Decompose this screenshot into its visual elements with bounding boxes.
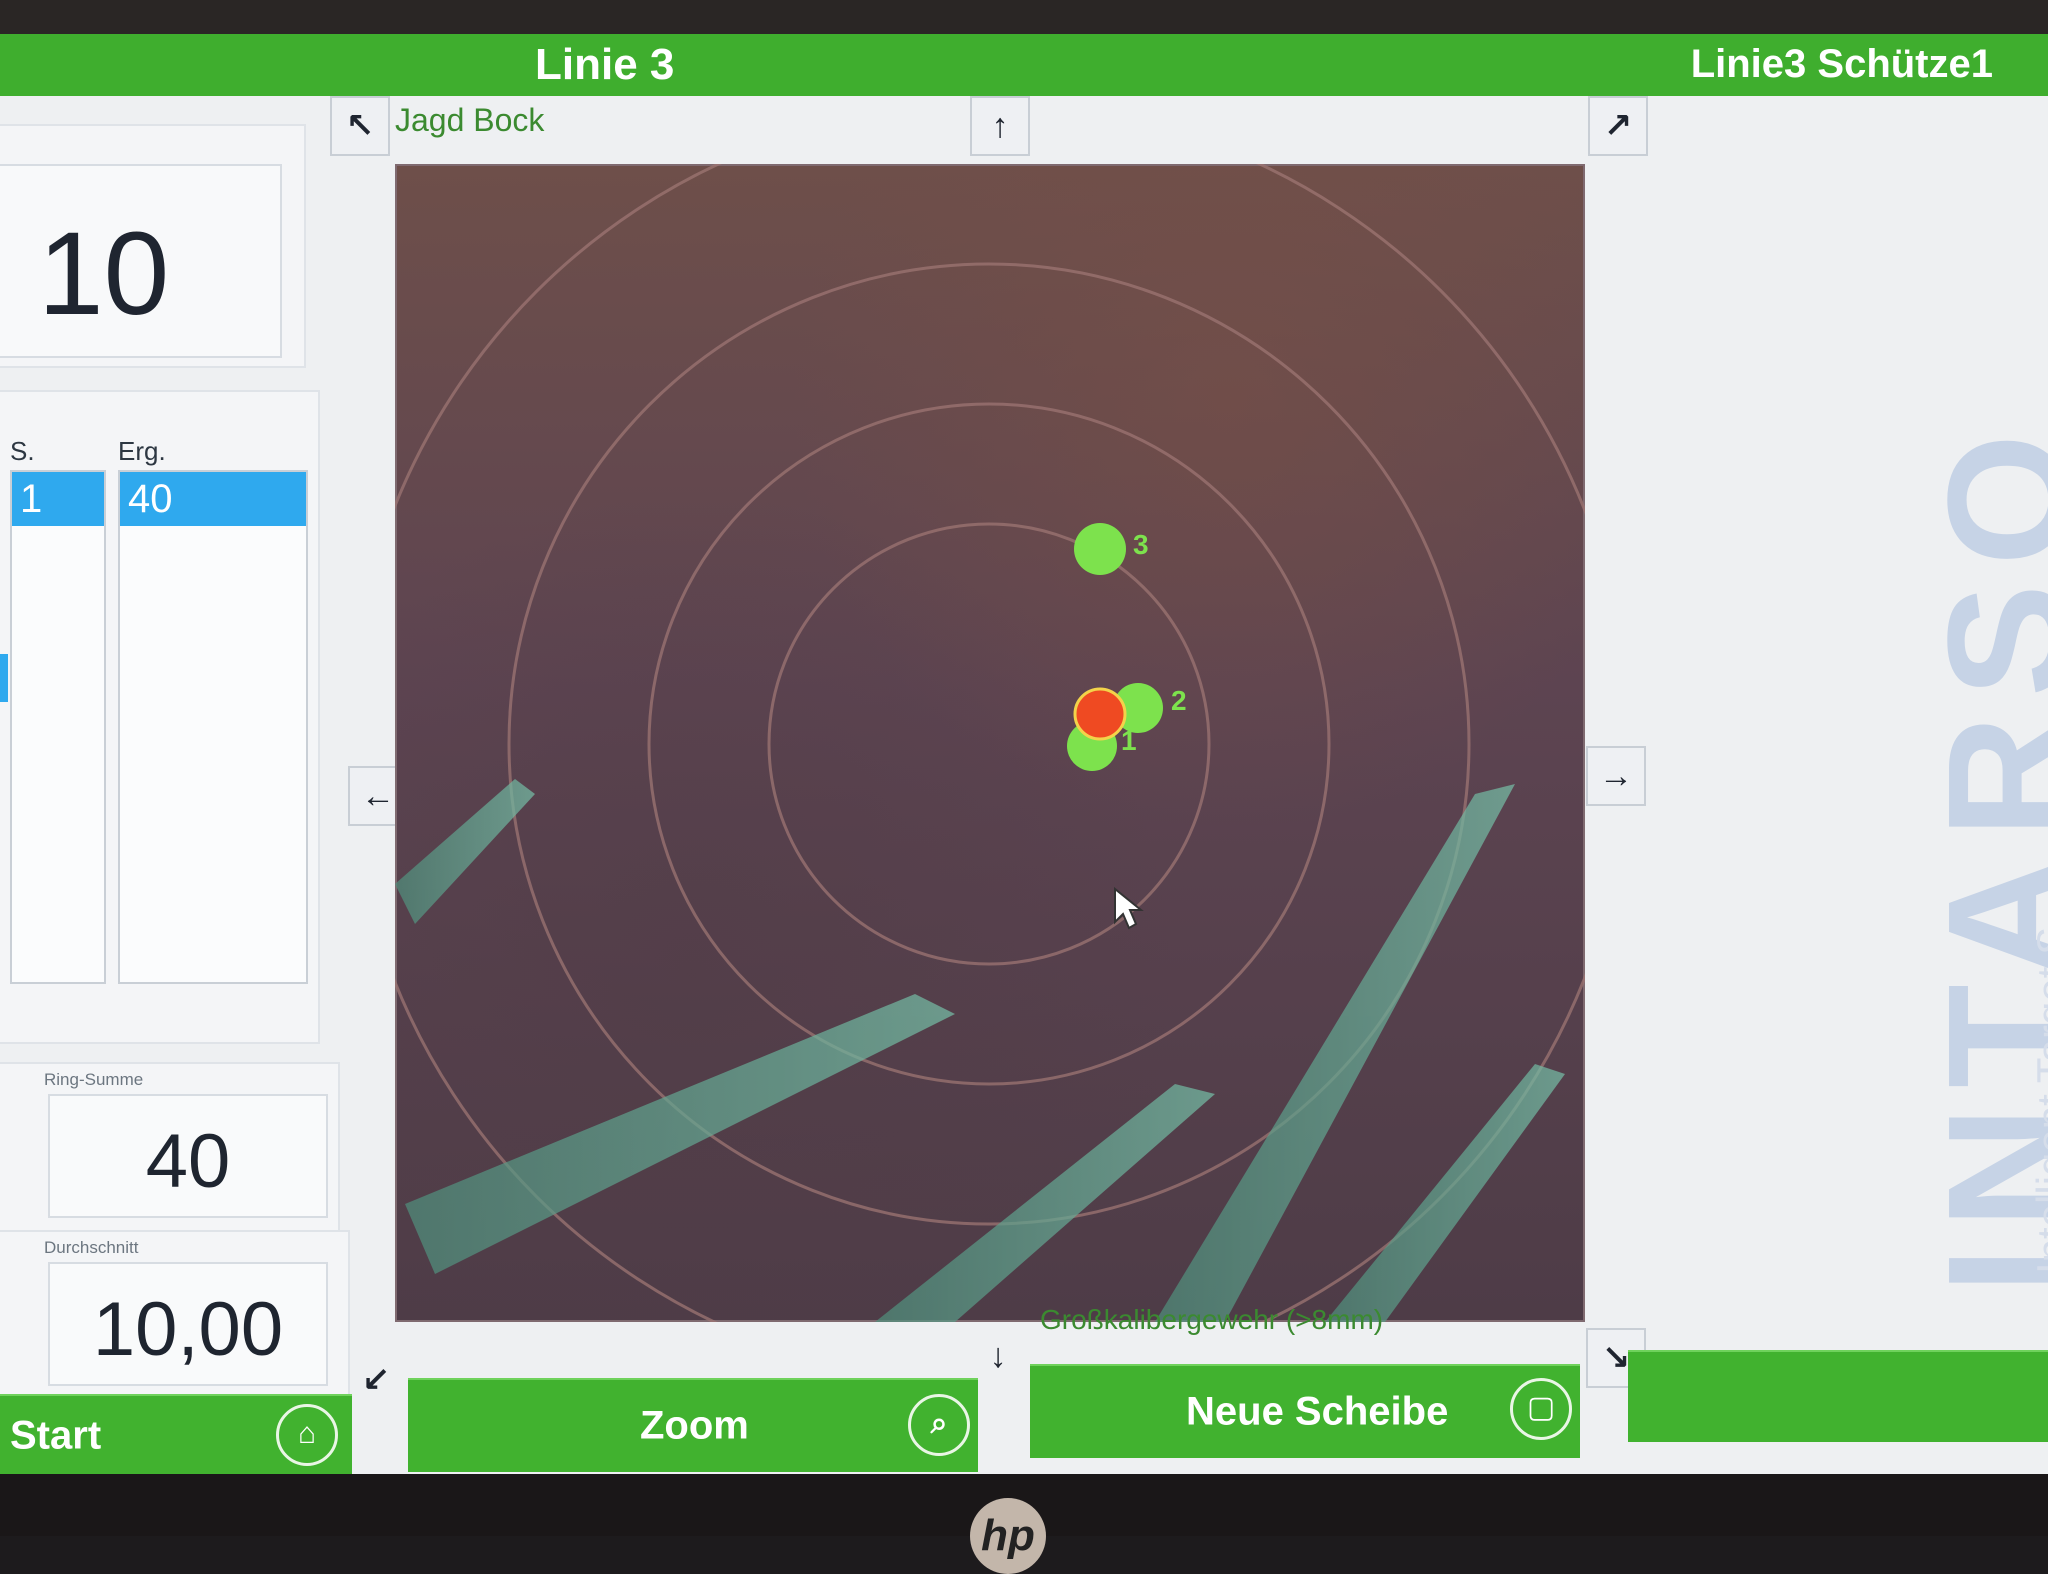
left-edge-tab[interactable] <box>0 654 8 702</box>
grass-overlay <box>395 779 1565 1322</box>
target-ring-inner <box>767 522 1211 966</box>
grass-blade-2 <box>405 994 955 1274</box>
target-ring-middle <box>647 402 1331 1086</box>
branding-area: INTARSO Intelligent Target S <box>1790 194 2048 1294</box>
start-button-label: Start <box>10 1413 102 1458</box>
shot-results-panel: S. Erg. 1 40 <box>0 390 320 1044</box>
current-shot-display: 10 <box>0 164 282 358</box>
grass-blade-1 <box>395 779 535 924</box>
start-button[interactable]: Start ⌂ <box>0 1394 352 1474</box>
branding-tagline: Intelligent Target S <box>2028 927 2048 1274</box>
title-bar: Linie 3 Linie3 Schütze1 <box>0 34 2048 96</box>
target-overlay: 3 2 1 <box>347 102 1631 1386</box>
monitor-top-bezel <box>0 0 2048 34</box>
ring-sum-value: 40 <box>145 1119 231 1204</box>
ring-sum-label: Ring-Summe <box>44 1070 144 1089</box>
zoom-button-label: Zoom <box>640 1403 749 1448</box>
zoom-icon: ⌕ <box>908 1394 970 1456</box>
selected-result-cell[interactable]: 40 <box>120 472 306 526</box>
zoom-button[interactable]: Zoom ⌕ <box>408 1378 978 1472</box>
current-shot-marker <box>1073 687 1127 741</box>
target-camera-image[interactable]: 3 2 1 <box>347 102 1631 1386</box>
shooter-title: Linie3 Schütze1 <box>1690 42 1993 86</box>
top-right-arrow-button[interactable]: ↗ <box>1588 96 1648 156</box>
shot-markers: 3 2 1 <box>1067 523 1187 771</box>
grass-blade-3 <box>875 1084 1215 1322</box>
bottom-left-arrow-button[interactable]: ↙ <box>348 1352 404 1408</box>
ring-sum-field: 40 <box>48 1094 328 1218</box>
home-icon: ⌂ <box>276 1404 338 1466</box>
shot-marker-label-3: 3 <box>1133 529 1149 560</box>
lane-title: Linie 3 <box>535 40 675 89</box>
shot-column-header: S. <box>10 436 35 466</box>
right-arrow-button[interactable]: → <box>1586 746 1646 806</box>
hp-logo: hp <box>970 1498 1046 1574</box>
target-name: Jagd Bock <box>395 102 545 138</box>
current-shot-panel: 10 <box>0 124 306 368</box>
shot-marker-label-2: 2 <box>1171 685 1187 716</box>
ring-sum-panel: Ring-Summe 40 <box>0 1062 340 1234</box>
new-target-button[interactable]: Neue Scheibe ▢ <box>1030 1364 1580 1458</box>
shot-column-list[interactable]: 1 <box>10 470 106 984</box>
average-field: 10,00 <box>48 1262 328 1386</box>
application-screen: Linie 3 Linie3 Schütze1 10 S. Erg. 1 40 … <box>0 34 2048 1474</box>
new-target-icon: ▢ <box>1510 1378 1572 1440</box>
average-value: 10,00 <box>92 1287 284 1372</box>
shot-marker-3 <box>1074 523 1126 575</box>
grass-blade-5 <box>1325 1064 1565 1322</box>
weapon-label: Großkalibergewehr (>8mm) <box>1040 1304 1384 1335</box>
shot-marker-label-1: 1 <box>1121 725 1137 756</box>
average-label: Durchschnitt <box>44 1238 139 1257</box>
top-left-arrow-button[interactable]: ↖ <box>330 96 390 156</box>
result-column-list[interactable]: 40 <box>118 470 308 984</box>
result-column-header: Erg. <box>118 436 166 466</box>
current-shot-value: 10 <box>38 208 170 340</box>
right-action-button[interactable] <box>1628 1350 2048 1442</box>
bottom-arrow-button[interactable]: ↓ <box>970 1328 1026 1384</box>
selected-shot-cell[interactable]: 1 <box>12 472 104 526</box>
new-target-button-label: Neue Scheibe <box>1186 1389 1449 1434</box>
average-panel: Durchschnitt 10,00 <box>0 1230 350 1406</box>
grass-blade-4 <box>1155 784 1515 1322</box>
top-arrow-button[interactable]: ↑ <box>970 96 1030 156</box>
